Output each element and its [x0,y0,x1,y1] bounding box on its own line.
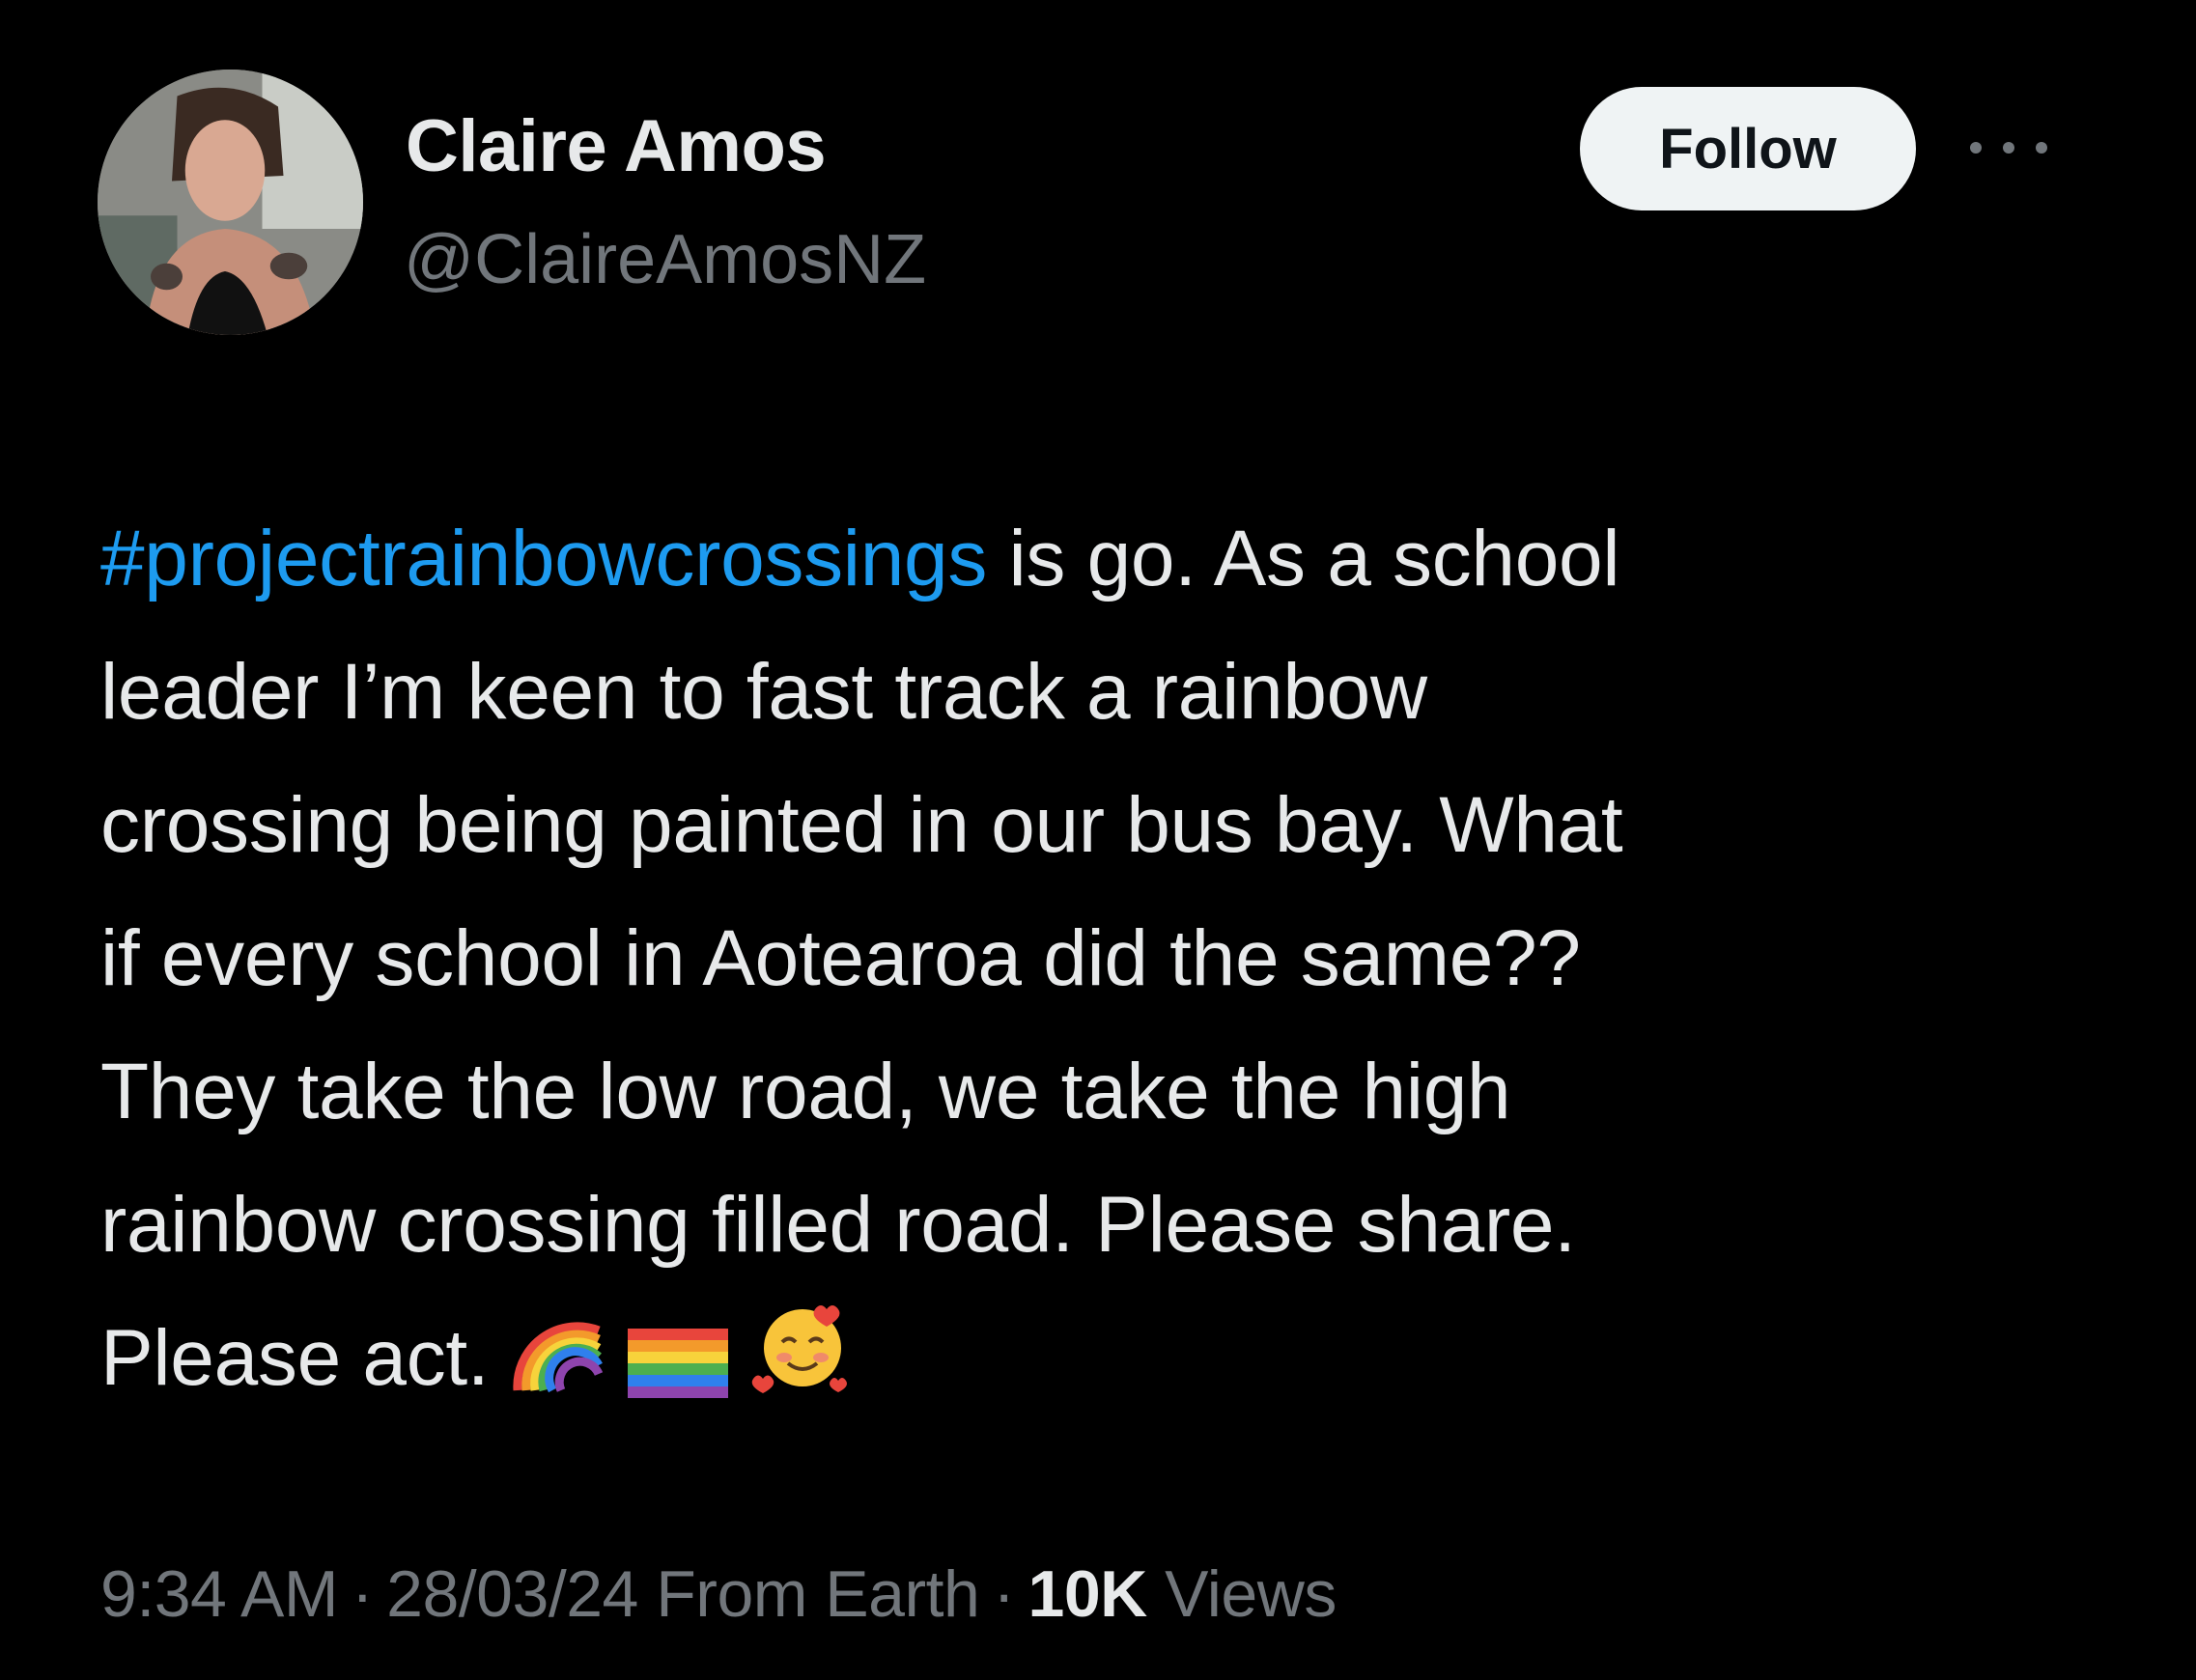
tweet-line: #projectrainbowcrossings is go. As a sch… [100,492,2128,626]
hashtag-link[interactable]: #projectrainbowcrossings [100,515,987,602]
separator: · [352,1557,374,1631]
profile-photo [98,70,363,335]
avatar[interactable] [98,70,363,335]
views-count: 10K [1028,1557,1148,1631]
tweet-text-segment: is go. As a school [987,515,1620,602]
smiling-face-with-hearts-icon [749,1292,856,1439]
tweet-line: leader I’m keen to fast track a rainbow [100,648,1427,736]
display-name[interactable]: Claire Amos [406,104,827,188]
dot [2036,142,2047,154]
tweet-text: #projectrainbowcrossings is go. As a sch… [100,492,2128,1439]
tweet-time[interactable]: 9:34 AM [100,1557,339,1631]
tweet-line: rainbow crossing filled road. Please sha… [100,1181,1576,1269]
views-label: Views [1165,1557,1337,1631]
user-handle[interactable]: @ClaireAmosNZ [404,220,926,299]
more-horizontal-icon[interactable] [1970,133,2047,162]
tweet-date[interactable]: 28/03/24 [386,1557,638,1631]
tweet-line: Please act. [100,1292,2128,1439]
tweet-meta: 9:34 AM · 28/03/24 From Earth · 10K Views [100,1556,1337,1632]
rainbow-flag-icon [628,1305,729,1439]
dot [2003,142,2014,154]
dot [1970,142,1982,154]
tweet-line: crossing being painted in our bus bay. W… [100,781,1623,869]
tweet-source: From Earth [656,1557,980,1631]
tweet-line: if every school in Aotearoa did the same… [100,914,1581,1002]
tweet-card: Claire Amos @ClaireAmosNZ Follow #projec… [0,0,2196,1680]
tweet-text-segment: Please act. [100,1314,490,1402]
follow-button[interactable]: Follow [1580,87,1916,210]
separator: · [993,1557,1015,1631]
rainbow-icon [510,1302,606,1439]
tweet-line: They take the low road, we take the high [100,1048,1511,1135]
